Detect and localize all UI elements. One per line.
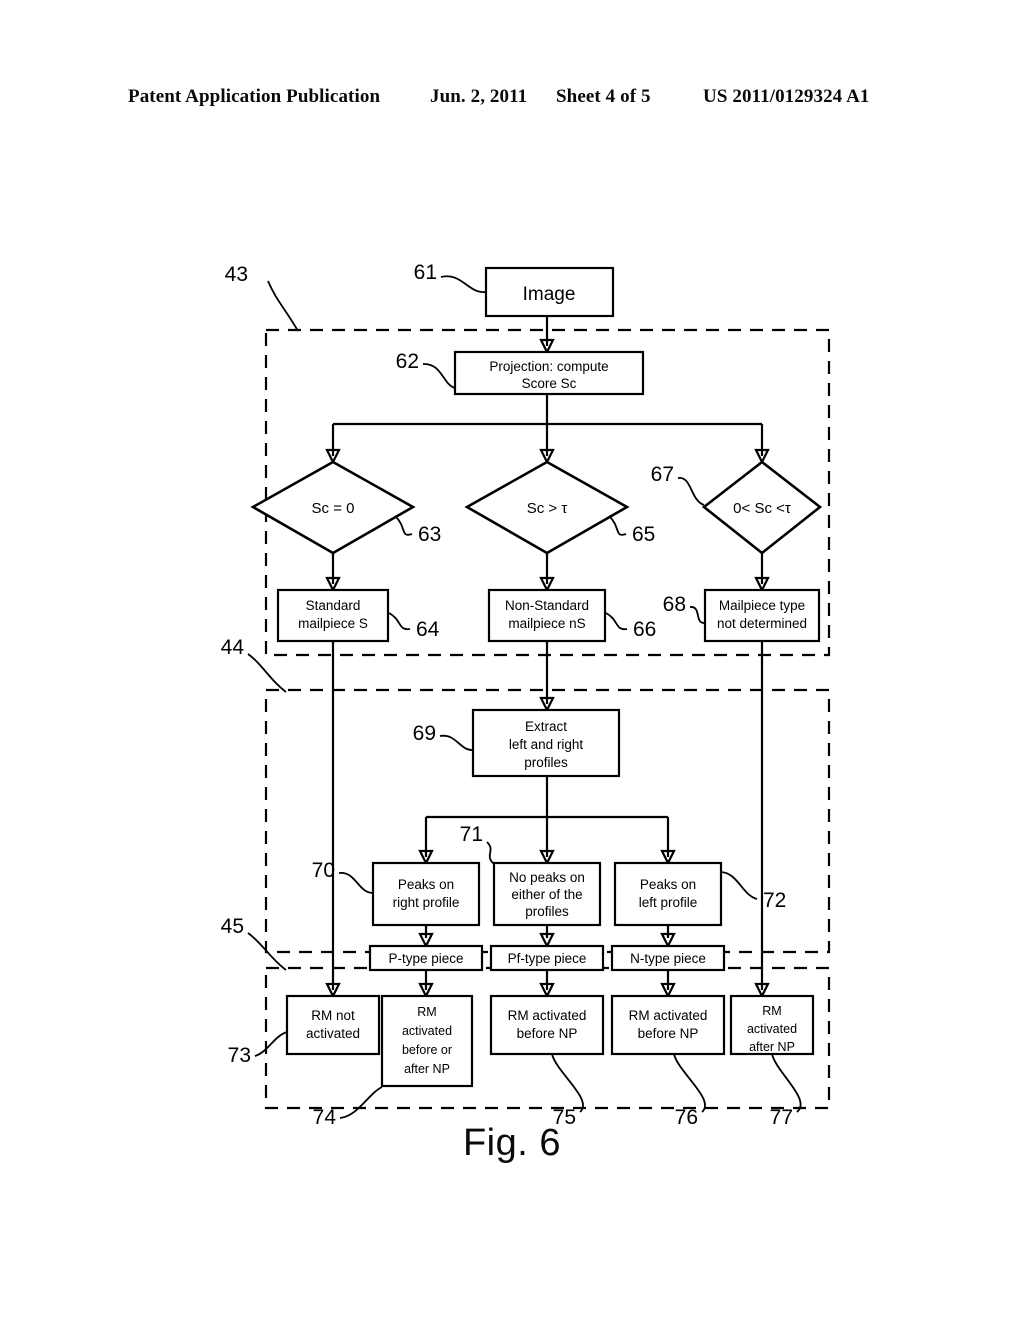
node-nonstandard-mailpiece-line-2: mailpiece nS	[508, 616, 585, 631]
leader-line-68	[689, 606, 706, 624]
leader-line-74	[339, 1086, 383, 1119]
leader-line-65	[608, 515, 627, 536]
ref-label-71: 71	[460, 823, 483, 846]
node-decision-sc-eq-0-label: Sc = 0	[312, 500, 355, 517]
leader-line-44	[247, 653, 287, 693]
ref-label-63: 63	[418, 523, 441, 546]
node-n-type-piece-label: N-type piece	[630, 951, 706, 966]
node-peaks-right-profile[interactable]	[371, 861, 481, 927]
ref-label-61: 61	[414, 261, 437, 284]
leader-line-71	[486, 841, 495, 865]
node-no-peaks-either-profile-line-2: either of the	[511, 887, 582, 902]
node-projection-line-1: Projection: compute	[489, 359, 608, 374]
leader-line-43	[267, 280, 299, 332]
node-rm-activated-before-np-p-line-1: RM activated	[508, 1008, 587, 1023]
ref-label-43: 43	[225, 263, 248, 286]
ref-label-69: 69	[413, 722, 436, 745]
ref-label-44: 44	[221, 636, 245, 659]
ref-label-67: 67	[651, 463, 674, 486]
leader-line-63	[394, 515, 413, 536]
ref-label-70: 70	[312, 859, 335, 882]
node-extract-profiles-line-1: Extract	[525, 719, 567, 734]
node-rm-not-activated[interactable]	[285, 994, 381, 1056]
node-rm-activated-after-np-line-1: RM	[762, 1004, 781, 1018]
node-peaks-left-profile-line-1: Peaks on	[640, 877, 696, 892]
node-rm-activated-before-or-after-np-line-3: before or	[402, 1043, 452, 1057]
node-image-label: Image	[523, 284, 576, 305]
node-rm-activated-after-np-line-3: after NP	[749, 1040, 795, 1054]
leader-line-69	[439, 734, 474, 751]
node-extract-profiles-line-3: profiles	[524, 755, 568, 770]
leader-line-72	[720, 871, 758, 900]
leader-line-75	[551, 1053, 584, 1113]
node-standard-mailpiece-line-1: Standard	[306, 598, 361, 613]
leader-line-70	[338, 872, 374, 894]
node-peaks-right-profile-line-1: Peaks on	[398, 877, 454, 892]
ref-label-72: 72	[763, 889, 786, 912]
node-rm-activated-before-np-n[interactable]	[610, 994, 726, 1056]
node-decision-0-lt-sc-lt-tau-label: 0< Sc <τ	[733, 500, 791, 517]
leader-line-76	[673, 1053, 706, 1113]
node-projection-line-2: Score Sc	[522, 376, 577, 391]
node-rm-activated-before-np-p-line-2: before NP	[517, 1026, 578, 1041]
node-peaks-right-profile-line-2: right profile	[393, 895, 460, 910]
node-mailpiece-not-determined-line-2: not determined	[717, 616, 807, 631]
node-nonstandard-mailpiece-line-1: Non-Standard	[505, 598, 589, 613]
node-rm-activated-after-np-line-2: activated	[747, 1022, 797, 1036]
ref-label-68: 68	[663, 593, 686, 616]
ref-label-62: 62	[396, 350, 419, 373]
node-rm-activated-before-or-after-np-line-2: activated	[402, 1024, 452, 1038]
node-decision-sc-gt-tau-label: Sc > τ	[527, 500, 568, 517]
node-mailpiece-not-determined-line-1: Mailpiece type	[719, 598, 805, 613]
ref-label-73: 73	[228, 1044, 251, 1067]
ref-label-64: 64	[416, 618, 440, 641]
node-extract-profiles-line-2: left and right	[509, 737, 584, 752]
leader-line-73	[254, 1031, 288, 1057]
node-peaks-left-profile-line-2: left profile	[639, 895, 698, 910]
node-rm-activated-before-np-n-line-1: RM activated	[629, 1008, 708, 1023]
node-rm-activated-before-or-after-np-line-1: RM	[417, 1005, 436, 1019]
node-no-peaks-either-profile-line-1: No peaks on	[509, 870, 585, 885]
node-pf-type-piece-label: Pf-type piece	[508, 951, 587, 966]
leader-line-77	[771, 1053, 802, 1113]
figure-caption: Fig. 6	[462, 1122, 562, 1164]
node-rm-not-activated-line-2: activated	[306, 1026, 360, 1041]
leader-line-67	[677, 477, 705, 506]
leader-line-61	[440, 275, 487, 293]
leader-line-62	[422, 363, 456, 389]
node-rm-activated-before-or-after-np-line-4: after NP	[404, 1062, 450, 1076]
page-canvas: Patent Application Publication Jun. 2, 2…	[0, 0, 1024, 1320]
node-standard-mailpiece-line-2: mailpiece S	[298, 616, 368, 631]
node-p-type-piece-label: P-type piece	[388, 951, 463, 966]
node-rm-activated-before-np-p[interactable]	[489, 994, 605, 1056]
ref-label-66: 66	[633, 618, 656, 641]
node-rm-activated-before-np-n-line-2: before NP	[638, 1026, 699, 1041]
leader-line-64	[388, 612, 411, 631]
node-rm-not-activated-line-1: RM not	[311, 1008, 355, 1023]
node-no-peaks-either-profile-line-3: profiles	[525, 904, 569, 919]
node-peaks-left-profile[interactable]	[613, 861, 723, 927]
ref-label-45: 45	[221, 915, 244, 938]
leader-line-66	[605, 612, 628, 631]
ref-label-65: 65	[632, 523, 655, 546]
